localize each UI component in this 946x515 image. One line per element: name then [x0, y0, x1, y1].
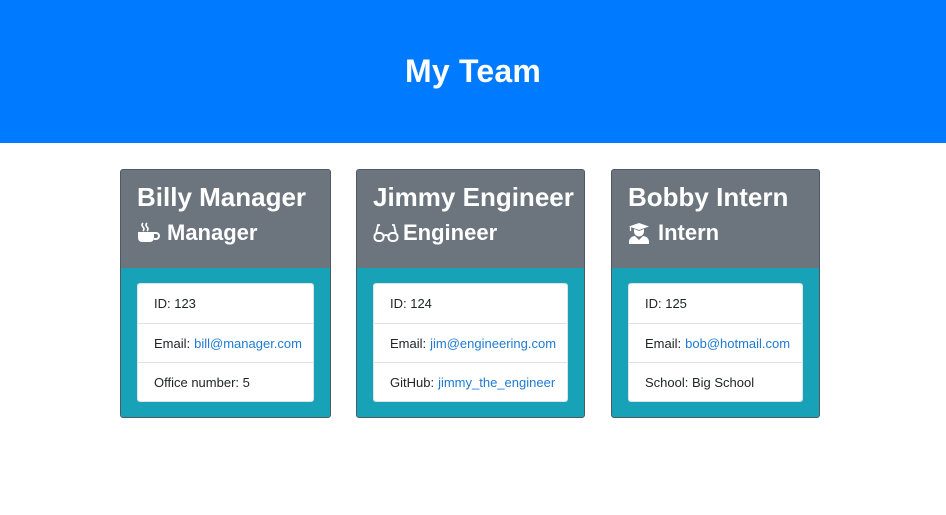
role-label: Manager	[167, 220, 258, 245]
email-item: Email: jim@engineering.com	[374, 323, 567, 362]
details-list: ID: 123 Email: bill@manager.com Office n…	[137, 283, 314, 402]
employee-name: Bobby Intern	[628, 182, 789, 212]
email-link[interactable]: bill@manager.com	[194, 336, 302, 351]
email-link[interactable]: bob@hotmail.com	[685, 336, 790, 351]
glasses-icon	[373, 222, 399, 244]
manager-card: Billy Manager Manager ID: 123 Email: bil…	[120, 169, 331, 418]
school-text: School: Big School	[645, 374, 755, 390]
id-text: ID: 124	[390, 296, 432, 311]
employee-role: Manager	[137, 220, 330, 246]
page-title: My Team	[405, 53, 541, 89]
id-text: ID: 123	[154, 296, 196, 311]
github-label: GitHub:	[390, 374, 435, 390]
intern-card: Bobby Intern Intern ID: 125 Email: bob@h…	[611, 169, 820, 418]
id-text: ID: 125	[645, 296, 687, 311]
id-item: ID: 125	[629, 284, 802, 323]
school-item: School: Big School	[629, 362, 802, 401]
email-label: Email:	[390, 335, 427, 351]
office-number-item: Office number: 5	[138, 362, 313, 401]
coffee-icon	[137, 222, 161, 244]
role-label: Engineer	[403, 220, 498, 245]
card-header: Billy Manager Manager	[121, 170, 330, 268]
id-item: ID: 124	[374, 284, 567, 323]
employee-role: Engineer	[373, 220, 584, 246]
page-header: My Team	[0, 0, 946, 143]
details-list: ID: 125 Email: bob@hotmail.com School: B…	[628, 283, 803, 402]
github-item: GitHub: jimmy_the_engineer	[374, 362, 567, 401]
employee-name: Billy Manager	[137, 182, 307, 212]
id-item: ID: 123	[138, 284, 313, 323]
email-label: Email:	[645, 335, 682, 351]
email-item: Email: bill@manager.com	[138, 323, 313, 362]
details-list: ID: 124 Email: jim@engineering.com GitHu…	[373, 283, 568, 402]
employee-name: Jimmy Engineer	[373, 182, 574, 212]
engineer-card: Jimmy Engineer Engineer ID: 124 Email: j…	[356, 169, 585, 418]
email-label: Email:	[154, 335, 191, 351]
user-graduate-icon	[628, 222, 652, 244]
email-item: Email: bob@hotmail.com	[629, 323, 802, 362]
office-number-text: Office number: 5	[154, 374, 250, 390]
role-label: Intern	[658, 220, 720, 245]
github-link[interactable]: jimmy_the_engineer	[438, 375, 555, 390]
card-header: Jimmy Engineer Engineer	[357, 170, 584, 268]
email-link[interactable]: jim@engineering.com	[430, 336, 556, 351]
card-header: Bobby Intern Intern	[612, 170, 819, 268]
employee-role: Intern	[628, 220, 819, 246]
